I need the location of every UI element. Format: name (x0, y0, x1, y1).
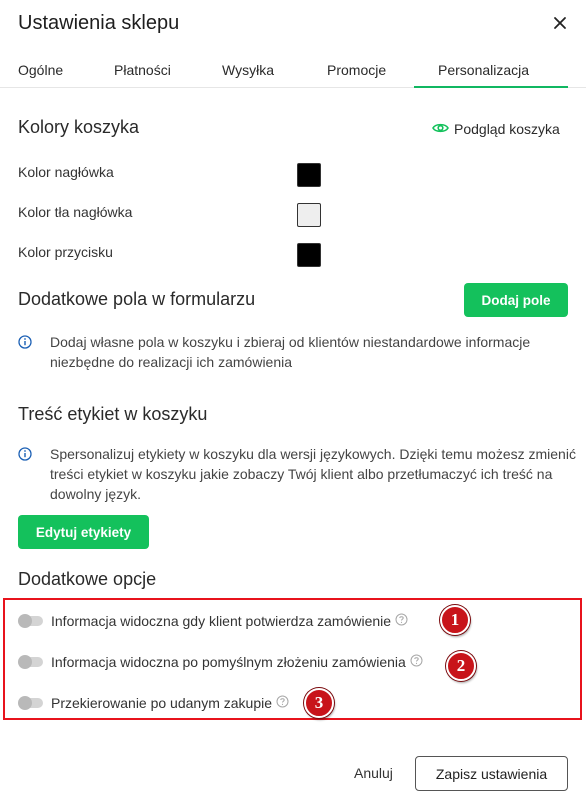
tab-personalization[interactable]: Personalizacja (438, 62, 529, 78)
cancel-button[interactable]: Anuluj (354, 765, 393, 781)
save-settings-button[interactable]: Zapisz ustawienia (415, 756, 568, 791)
dialog-title: Ustawienia sklepu (18, 12, 180, 34)
header-color-label: Kolor nagłówka (18, 164, 114, 180)
eye-icon (432, 121, 449, 137)
add-field-button[interactable]: Dodaj pole (464, 283, 568, 317)
edit-labels-button[interactable]: Edytuj etykiety (18, 515, 149, 549)
cart-preview-link[interactable]: Podgląd koszyka (432, 121, 560, 137)
toggle-switch[interactable] (18, 696, 43, 710)
button-color-label: Kolor przycisku (18, 244, 113, 260)
tab-general[interactable]: Ogólne (18, 62, 63, 78)
annotation-badge: 3 (304, 688, 334, 718)
cart-preview-label: Podgląd koszyka (454, 121, 560, 137)
labels-content-info-text: Spersonalizuj etykiety w koszyku dla wer… (50, 446, 576, 502)
button-color-swatch[interactable] (297, 243, 321, 267)
toggle-switch[interactable] (18, 655, 43, 669)
info-icon (18, 334, 36, 372)
extra-fields-heading: Dodatkowe pola w formularzu (18, 289, 256, 309)
annotation-badge: 2 (446, 651, 476, 681)
option-label: Informacja widoczna gdy klient potwierdz… (51, 613, 392, 629)
tab-promotions[interactable]: Promocje (327, 62, 386, 78)
active-tab-indicator (414, 86, 568, 88)
close-icon[interactable] (551, 14, 569, 32)
tab-shipping[interactable]: Wysyłka (222, 62, 274, 78)
extra-fields-info-text: Dodaj własne pola w koszyku i zbieraj od… (50, 334, 531, 370)
option-label: Informacja widoczna po pomyślnym złożeni… (51, 654, 406, 670)
header-background-color-label: Kolor tła nagłówka (18, 204, 133, 220)
question-icon[interactable] (410, 654, 423, 670)
tab-payments[interactable]: Płatności (114, 62, 171, 78)
extra-options-heading: Dodatkowe opcje (18, 569, 157, 589)
question-icon[interactable] (395, 613, 408, 629)
toggle-switch[interactable] (18, 614, 43, 628)
header-color-swatch[interactable] (297, 163, 321, 187)
question-icon[interactable] (276, 695, 289, 711)
cart-colors-heading: Kolory koszyka (18, 117, 140, 137)
option-success-info: Informacja widoczna po pomyślnym złożeni… (18, 654, 423, 670)
info-icon (18, 446, 36, 504)
header-background-color-swatch[interactable] (297, 203, 321, 227)
option-confirm-info: Informacja widoczna gdy klient potwierdz… (18, 613, 408, 629)
annotation-badge: 1 (440, 605, 470, 635)
labels-content-info: Spersonalizuj etykiety w koszyku dla wer… (18, 444, 578, 504)
tab-bar: Ogólne Płatności Wysyłka Promocje Person… (0, 54, 586, 88)
extra-fields-info: Dodaj własne pola w koszyku i zbieraj od… (18, 332, 578, 372)
labels-content-heading: Treść etykiet w koszyku (18, 404, 208, 424)
option-redirect: Przekierowanie po udanym zakupie (18, 695, 289, 711)
option-label: Przekierowanie po udanym zakupie (51, 695, 273, 711)
